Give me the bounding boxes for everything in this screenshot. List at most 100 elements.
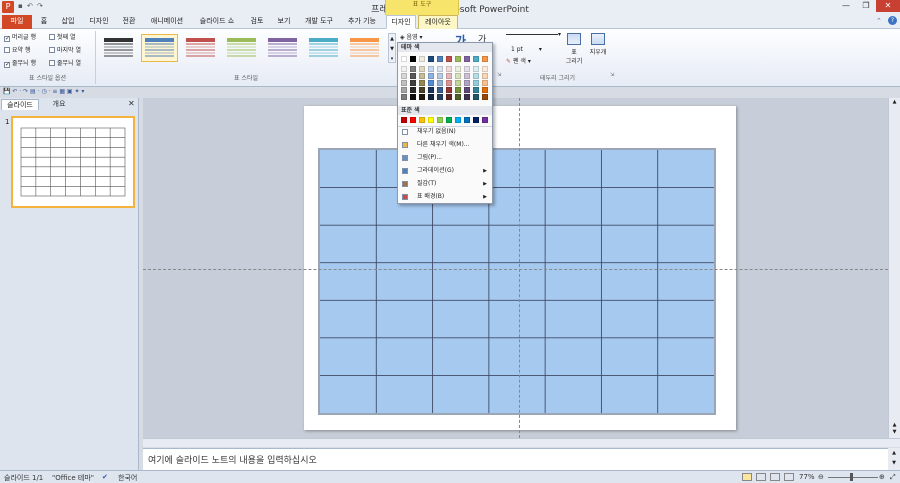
check-header-row[interactable]: ✓ 머리글 행 — [4, 32, 36, 42]
theme-shade-swatch[interactable] — [473, 66, 479, 72]
shading-menu-item[interactable]: 다른 채우기 색(M)... — [398, 139, 492, 151]
theme-shade-swatch[interactable] — [428, 66, 434, 72]
theme-shade-swatch[interactable] — [410, 87, 416, 93]
theme-shade-swatch[interactable] — [482, 66, 488, 72]
table-style-option[interactable] — [100, 34, 137, 62]
theme-shade-swatch[interactable] — [410, 73, 416, 79]
tab-file[interactable]: 파일 — [2, 15, 32, 29]
theme-shade-swatch[interactable] — [401, 73, 407, 79]
shading-menu-item[interactable]: 그라데이션(G) ▶ — [398, 165, 492, 177]
theme-color-swatch[interactable] — [401, 56, 407, 62]
tab-home[interactable]: 홈 — [36, 15, 52, 29]
maximize-button[interactable]: ❐ — [856, 0, 876, 12]
theme-shade-swatch[interactable] — [419, 73, 425, 79]
pen-style-line[interactable] — [506, 34, 558, 35]
horizontal-guide[interactable] — [143, 269, 888, 270]
theme-shade-swatch[interactable] — [437, 87, 443, 93]
theme-shade-swatch[interactable] — [455, 80, 461, 86]
draw-table-button[interactable]: 표 그리기 — [563, 33, 585, 65]
table-style-option[interactable] — [223, 34, 260, 62]
theme-shade-swatch[interactable] — [455, 94, 461, 100]
dialog-launcher-icon[interactable]: ⇲ — [610, 72, 614, 78]
shading-menu-item[interactable]: 질감(T) ▶ — [398, 178, 492, 190]
check-banded-columns[interactable]: 줄무늬 열 — [49, 58, 81, 67]
table-style-option[interactable] — [346, 34, 383, 62]
standard-color-swatch[interactable] — [437, 117, 443, 123]
spellcheck-icon[interactable]: ✔ — [102, 473, 108, 481]
theme-shade-swatch[interactable] — [401, 66, 407, 72]
standard-color-swatch[interactable] — [419, 117, 425, 123]
theme-shade-swatch[interactable] — [419, 94, 425, 100]
theme-shade-swatch[interactable] — [473, 73, 479, 79]
tab-outline[interactable]: 개요 — [40, 99, 78, 110]
standard-color-swatch[interactable] — [464, 117, 470, 123]
theme-color-swatch[interactable] — [428, 56, 434, 62]
panel-close-icon[interactable]: ✕ — [128, 99, 135, 108]
theme-shade-swatch[interactable] — [410, 80, 416, 86]
theme-shade-swatch[interactable] — [419, 87, 425, 93]
zoom-out-icon[interactable]: ⊖ — [818, 473, 824, 481]
standard-color-swatch[interactable] — [401, 117, 407, 123]
close-button[interactable]: ✕ — [876, 0, 900, 12]
standard-color-swatch[interactable] — [482, 117, 488, 123]
pen-color-button[interactable]: ✎ 펜 색 ▾ — [506, 56, 531, 65]
theme-shade-swatch[interactable] — [437, 66, 443, 72]
theme-color-swatch[interactable] — [419, 56, 425, 62]
zoom-slider[interactable] — [828, 477, 878, 478]
shading-menu-item[interactable]: 채우기 없음(N) — [398, 126, 492, 138]
table-style-option[interactable] — [141, 34, 178, 62]
theme-shade-swatch[interactable] — [437, 80, 443, 86]
slide-sorter-icon[interactable] — [756, 473, 766, 481]
theme-shade-swatch[interactable] — [464, 94, 470, 100]
theme-shade-swatch[interactable] — [446, 66, 452, 72]
vertical-scrollbar[interactable]: ▲ ▲ ▼ — [888, 98, 900, 438]
tab-animations[interactable]: 애니메이션 — [145, 15, 189, 29]
theme-shade-swatch[interactable] — [464, 87, 470, 93]
pen-weight-select[interactable]: 1 pt ▾ — [506, 44, 560, 53]
theme-color-swatch[interactable] — [410, 56, 416, 62]
slide-thumbnail[interactable] — [11, 116, 135, 208]
quick-access-toolbar[interactable]: 💾 ↶ · ↷ ▤ · ◷ · ≡ ▦ ▣ ✦ ▾ — [0, 88, 143, 98]
tab-insert[interactable]: 삽입 — [56, 15, 80, 29]
theme-shade-swatch[interactable] — [455, 73, 461, 79]
dialog-launcher-icon[interactable]: ⇲ — [497, 72, 501, 78]
tab-transitions[interactable]: 전환 — [117, 15, 141, 29]
slideshow-view-icon[interactable] — [784, 473, 794, 481]
zoom-in-icon[interactable]: ⊕ — [879, 473, 885, 481]
theme-shade-swatch[interactable] — [410, 66, 416, 72]
theme-shade-swatch[interactable] — [446, 80, 452, 86]
theme-shade-swatch[interactable] — [419, 80, 425, 86]
theme-shade-swatch[interactable] — [419, 66, 425, 72]
standard-color-swatch[interactable] — [410, 117, 416, 123]
theme-shade-swatch[interactable] — [455, 66, 461, 72]
theme-shade-swatch[interactable] — [473, 87, 479, 93]
theme-shade-swatch[interactable] — [482, 73, 488, 79]
standard-color-swatch[interactable] — [473, 117, 479, 123]
theme-color-swatch[interactable] — [464, 56, 470, 62]
theme-shade-swatch[interactable] — [437, 73, 443, 79]
slide-table[interactable] — [318, 148, 716, 415]
theme-shade-swatch[interactable] — [428, 73, 434, 79]
fit-slide-icon[interactable]: ⤢ — [890, 473, 896, 482]
eraser-button[interactable]: 지우개 — [587, 33, 609, 56]
standard-color-swatch[interactable] — [446, 117, 452, 123]
ribbon-minimize-icon[interactable]: ⌃ — [876, 17, 882, 25]
theme-shade-swatch[interactable] — [437, 94, 443, 100]
theme-shade-swatch[interactable] — [428, 94, 434, 100]
status-theme[interactable]: "Office 테마" — [52, 473, 94, 483]
tab-design[interactable]: 디자인 — [84, 15, 114, 29]
zoom-level[interactable]: 77% — [799, 473, 815, 481]
theme-shade-swatch[interactable] — [455, 87, 461, 93]
theme-color-swatch[interactable] — [482, 56, 488, 62]
theme-shade-swatch[interactable] — [473, 94, 479, 100]
tab-review[interactable]: 검토 — [245, 15, 269, 29]
theme-shade-swatch[interactable] — [446, 94, 452, 100]
help-icon[interactable]: ? — [888, 16, 897, 25]
shading-menu-item[interactable]: 표 배경(B) ▶ — [398, 191, 492, 203]
tab-table-layout[interactable]: 레이아웃 — [418, 15, 458, 29]
shading-menu-item[interactable]: 그림(P)... — [398, 152, 492, 164]
check-total-row[interactable]: 요약 행 — [4, 45, 30, 54]
check-banded-rows[interactable]: ✓ 줄무늬 행 — [4, 58, 36, 68]
gallery-scroll-icon[interactable]: ▲ ▼ ▾ — [388, 33, 396, 63]
theme-color-swatch[interactable] — [446, 56, 452, 62]
